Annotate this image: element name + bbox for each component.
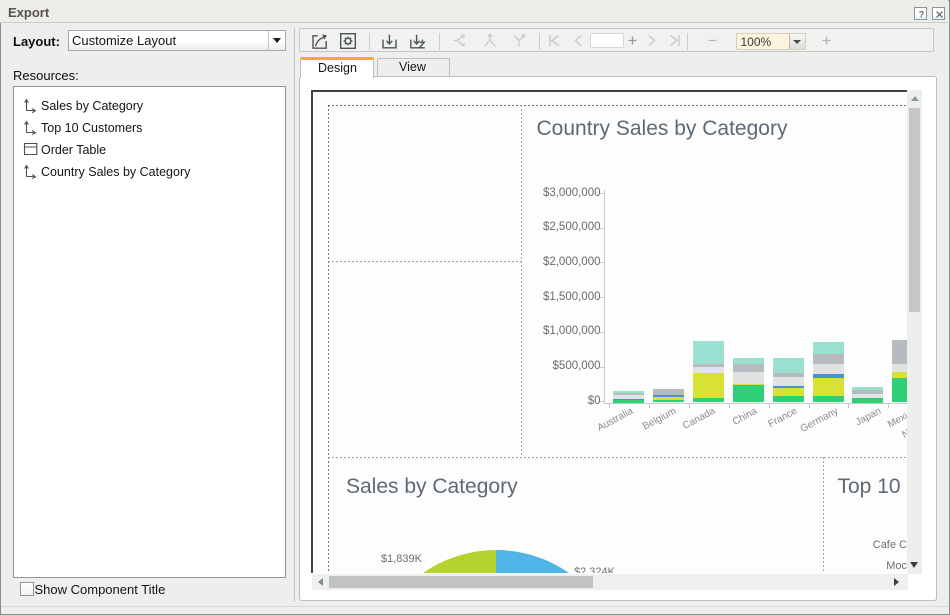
svg-text:?: ? [919,9,925,19]
